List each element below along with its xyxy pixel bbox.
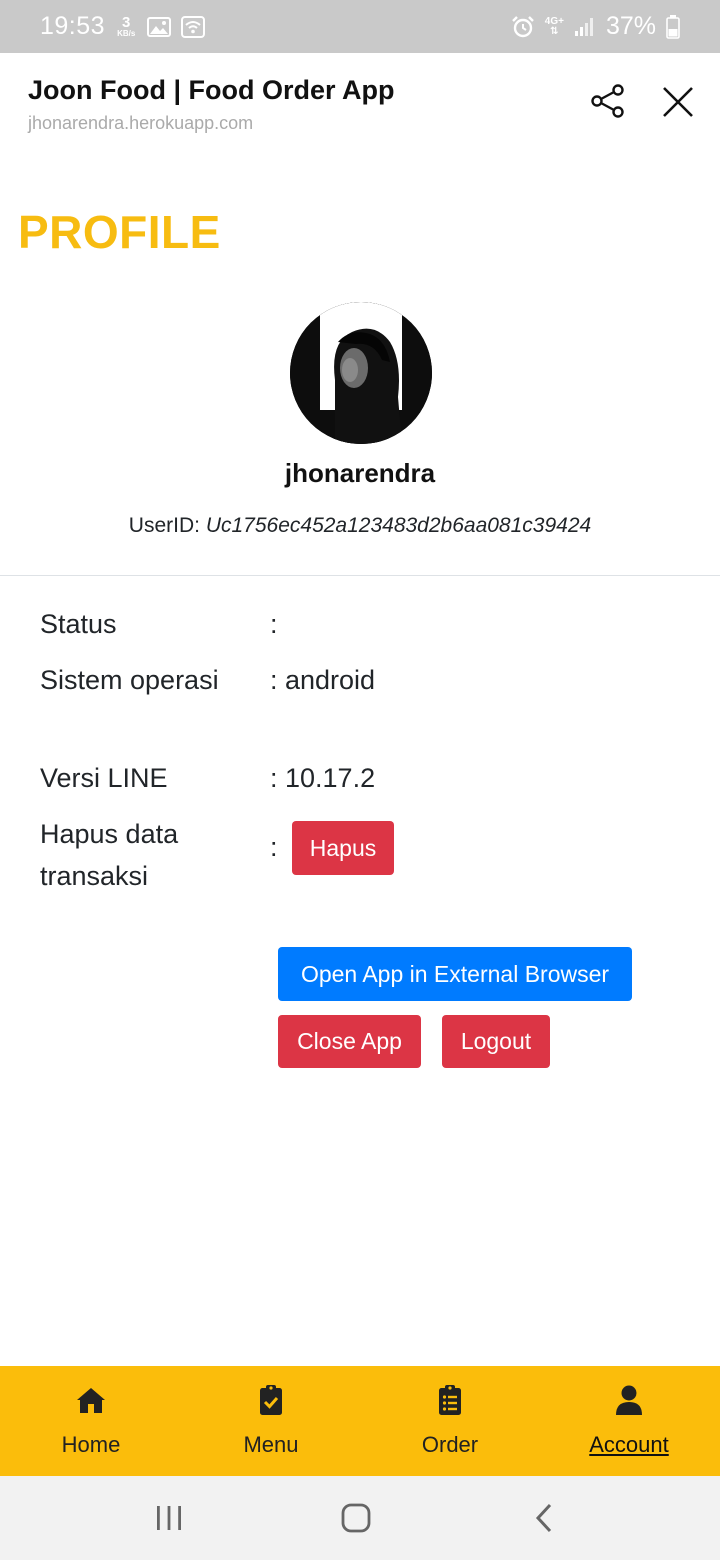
recent-apps-icon[interactable]	[154, 1503, 184, 1533]
nav-account[interactable]: Account	[539, 1366, 719, 1476]
nav-menu[interactable]: Menu	[181, 1366, 361, 1476]
info-label-os: Sistem operasi	[40, 665, 219, 695]
bottom-nav: Home Menu Order Account	[0, 1366, 720, 1476]
nav-account-label: Account	[589, 1432, 669, 1457]
userid-value: Uc1756ec452a123483d2b6aa081c39424	[205, 514, 592, 537]
userid-label: UserID:	[128, 514, 200, 537]
profile-userid: UserID: Uc1756ec452a123483d2b6aa081c3942…	[0, 514, 720, 538]
info-value-delete-data: :	[270, 832, 278, 862]
logout-button[interactable]: Logout	[442, 1015, 550, 1068]
signal-icon	[574, 17, 593, 36]
page-title: PROFILE	[18, 206, 221, 258]
profile-username: jhonarendra	[284, 458, 436, 488]
app-title: Joon Food | Food Order App	[28, 75, 395, 105]
close-app-button[interactable]: Close App	[278, 1015, 421, 1068]
nav-order[interactable]: Order	[360, 1366, 540, 1476]
avatar-photo	[290, 302, 432, 444]
close-icon[interactable]	[657, 81, 699, 123]
battery-icon	[666, 14, 680, 39]
nav-home-label: Home	[61, 1432, 121, 1457]
network-speed: 3 KB/s	[117, 15, 135, 38]
info-label-delete-data: Hapus data transaksi	[40, 819, 179, 891]
clipboard-check-icon	[260, 1385, 282, 1415]
gallery-icon	[147, 16, 172, 37]
status-time: 19:53	[40, 12, 106, 40]
alarm-icon	[511, 15, 534, 37]
user-icon	[616, 1385, 642, 1415]
clipboard-list-icon	[439, 1385, 461, 1415]
status-bar: 19:53 3 KB/s 4G+ ⇅ 37%	[0, 0, 720, 53]
share-icon[interactable]	[588, 81, 628, 121]
hapus-button[interactable]: Hapus	[292, 821, 394, 875]
info-label-line-version: Versi LINE	[40, 763, 168, 793]
app-url: jhonarendra.herokuapp.com	[28, 113, 254, 133]
home-icon	[77, 1388, 105, 1413]
network-speed-unit: KB/s	[117, 29, 136, 38]
nav-home[interactable]: Home	[1, 1366, 181, 1476]
info-value-status: :	[270, 609, 278, 639]
divider	[0, 575, 720, 576]
system-nav-bar	[0, 1476, 720, 1560]
home-button-icon[interactable]	[340, 1502, 372, 1534]
info-value-line-version: : 10.17.2	[270, 763, 376, 793]
info-value-os: : android	[270, 665, 376, 695]
back-icon[interactable]	[530, 1502, 560, 1534]
nav-menu-label: Menu	[243, 1432, 299, 1457]
browser-header: Joon Food | Food Order App jhonarendra.h…	[0, 53, 720, 153]
network-speed-value: 3	[122, 14, 131, 31]
nav-order-label: Order	[421, 1432, 479, 1457]
avatar	[290, 302, 432, 444]
info-label-status: Status	[40, 609, 117, 639]
network-type: 4G+ ⇅	[544, 15, 564, 37]
open-external-browser-button[interactable]: Open App in External Browser	[278, 947, 632, 1001]
wifi-icon	[181, 15, 206, 38]
battery-percent: 37%	[605, 12, 656, 40]
